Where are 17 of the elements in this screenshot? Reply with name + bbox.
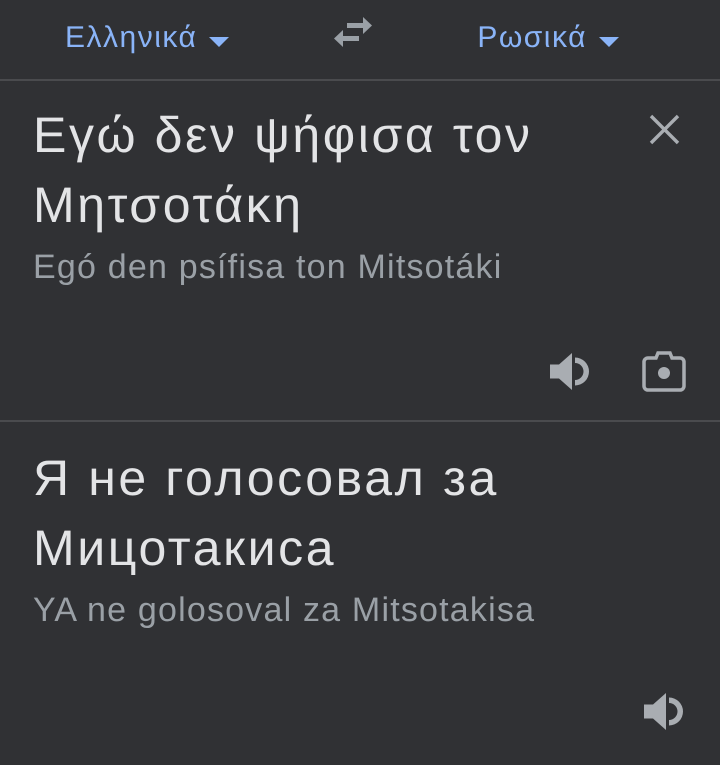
source-transliteration: Egó den psífisa ton Mitsotáki — [33, 247, 504, 287]
caret-icon — [598, 36, 619, 46]
translation-transliteration: YA ne golosoval za Mitsotakisa — [33, 590, 536, 630]
source-language-button[interactable]: Ελληνικά — [57, 16, 238, 58]
speaker-icon — [550, 352, 590, 391]
speaker-icon — [644, 692, 684, 731]
listen-button[interactable] — [550, 352, 590, 391]
camera-icon — [642, 351, 686, 392]
listen-button[interactable] — [644, 692, 684, 731]
camera-button[interactable] — [642, 351, 686, 392]
clear-text-button[interactable] — [649, 114, 680, 145]
swap-arrows-icon — [333, 16, 374, 46]
close-icon — [649, 114, 680, 145]
translated-text: Я не голосовал за Мицотакиса — [33, 449, 500, 578]
source-text: Εγώ δεν ψήφισα τον Μητσοτάκη — [33, 106, 534, 235]
target-language-button[interactable]: Ρωσικά — [469, 16, 627, 58]
caret-icon — [209, 36, 230, 46]
